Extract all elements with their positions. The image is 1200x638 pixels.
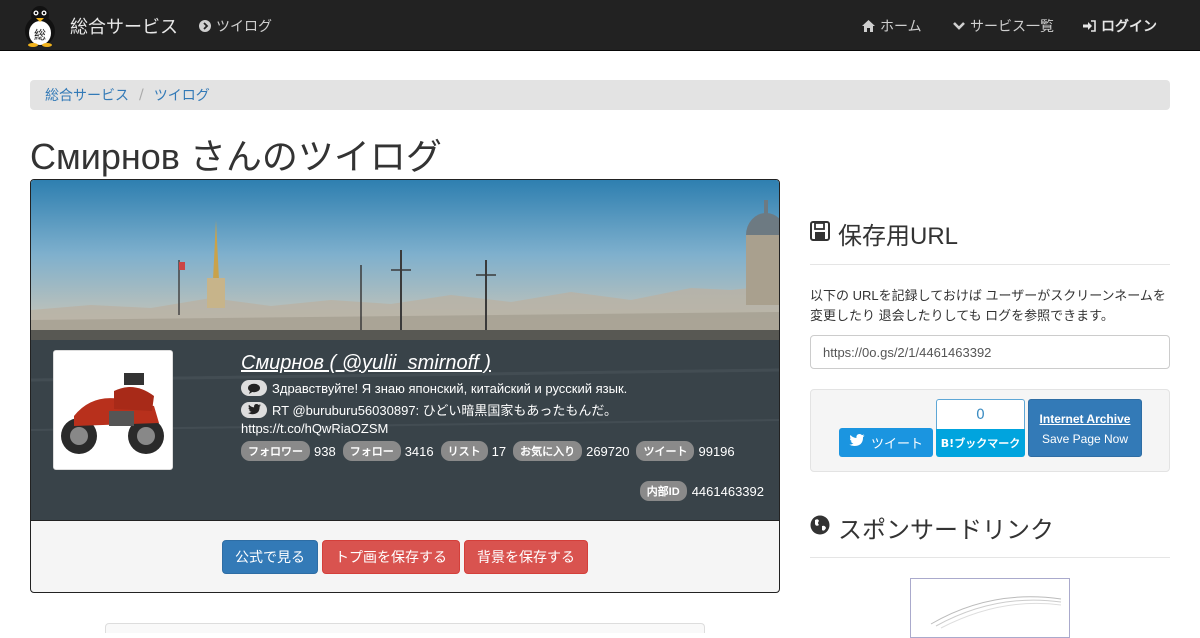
stat-lists-label: リスト <box>440 441 488 461</box>
comment-icon <box>241 380 267 396</box>
internal-id-value: 4461463392 <box>691 483 764 499</box>
next-panel <box>105 623 705 633</box>
profile-actions: 公式で見る トプ画を保存する 背景を保存する <box>31 520 779 592</box>
stat-following-label: フォロー <box>342 441 401 461</box>
profile-url: https://t.co/hQwRiaOZSM <box>241 421 388 436</box>
save-background-button[interactable]: 背景を保存する <box>464 539 588 574</box>
floppy-disk-icon <box>810 220 830 248</box>
hatena-bookmark-button[interactable]: B!ブックマーク <box>936 429 1025 457</box>
navbar: 総 総合サービス ツイログ ホーム サービス一覧 ログイン <box>0 0 1200 51</box>
save-url-heading: 保存用URL <box>810 216 958 251</box>
stat-lists-value: 17 <box>491 443 507 459</box>
stat-following-value: 3416 <box>404 443 434 459</box>
stat-tweets-label: ツイート <box>636 441 695 461</box>
nav-home-link[interactable]: ホーム <box>862 16 922 36</box>
nav-twilog-link[interactable]: ツイログ <box>198 16 272 36</box>
stat-favorites-label: お気に入り <box>513 441 583 461</box>
profile-bio-text: Здравствуйте! Я знаю японский, китайский… <box>272 380 628 396</box>
divider <box>810 557 1170 558</box>
breadcrumb-current-link[interactable]: ツイログ <box>154 85 210 105</box>
nav-twilog-label: ツイログ <box>216 19 272 35</box>
divider <box>810 264 1170 265</box>
stat-tweets-value: 99196 <box>698 443 735 459</box>
nav-login-label: ログイン <box>1101 19 1157 35</box>
save-avatar-button[interactable]: トプ画を保存する <box>322 539 460 574</box>
stat-followers-label: フォロワー <box>241 441 310 461</box>
archive-title: Internet Archive <box>1039 412 1131 426</box>
profile-avatar[interactable] <box>53 350 173 470</box>
chevron-circle-right-icon <box>198 20 211 33</box>
brand-link[interactable]: 総合サービス <box>70 13 178 39</box>
sponsor-ad[interactable] <box>910 578 1070 638</box>
page-title: Смирнов さんのツイログ <box>30 136 442 177</box>
internet-archive-button[interactable]: Internet Archive Save Page Now <box>1028 399 1142 457</box>
profile-last-tweet-text: RT @buruburu56030897: ひどい暗黒国家もあったもんだ。 <box>272 403 617 418</box>
profile-last-tweet: RT @buruburu56030897: ひどい暗黒国家もあったもんだ。 <box>241 400 617 419</box>
archive-action: Save Page Now <box>1041 432 1129 446</box>
breadcrumb-home-link[interactable]: 総合サービス <box>45 85 129 105</box>
hatena-bookmark-widget[interactable]: 0 B!ブックマーク <box>936 399 1025 457</box>
save-url-heading-text: 保存用URL <box>838 223 959 250</box>
nav-services-label: サービス一覧 <box>970 19 1054 35</box>
hatena-count: 0 <box>936 399 1025 429</box>
chevron-down-icon <box>952 20 965 33</box>
sponsor-heading-text: スポンサードリンク <box>838 517 1054 544</box>
sign-in-icon <box>1083 20 1096 33</box>
profile-bio: Здравствуйте! Я знаю японский, китайский… <box>241 380 627 396</box>
globe-icon <box>810 514 830 542</box>
nav-login-link[interactable]: ログイン <box>1083 16 1157 36</box>
sponsor-heading: スポンサードリンク <box>810 510 1054 545</box>
save-url-description: 以下の URLを記録しておけば ユーザーがスクリーンネームを変更したり 退会した… <box>810 288 1166 323</box>
internal-id-label: 内部ID <box>639 481 687 501</box>
internal-id: 内部ID 4461463392 <box>639 481 764 501</box>
share-panel: ツイート 0 B!ブックマーク Internet Archive Save Pa… <box>810 389 1170 472</box>
profile-stats: フォロワー 938 フォロー 3416 リスト 17 お気に入り 269720 … <box>241 441 738 461</box>
profile-card: Смирнов ( @yulii_smirnoff ) Здравствуйте… <box>30 179 780 593</box>
profile-url-link[interactable]: https://t.co/hQwRiaOZSM <box>241 421 388 436</box>
breadcrumb-separator: / <box>139 87 144 103</box>
svg-text:総: 総 <box>34 28 46 42</box>
save-url-field[interactable] <box>810 335 1170 369</box>
tweet-share-label: ツイート <box>870 437 923 452</box>
twitter-icon <box>241 401 267 418</box>
nav-services-dropdown[interactable]: サービス一覧 <box>952 16 1054 36</box>
home-icon <box>862 20 875 33</box>
twitter-bird-icon <box>849 434 865 451</box>
penguin-logo[interactable]: 総 <box>20 3 60 47</box>
stat-followers-value: 938 <box>314 443 336 459</box>
breadcrumb: 総合サービス / ツイログ <box>30 80 1170 110</box>
tweet-share-button[interactable]: ツイート <box>839 428 933 457</box>
stat-favorites-value: 269720 <box>586 443 630 459</box>
view-official-button[interactable]: 公式で見る <box>222 539 318 574</box>
nav-home-label: ホーム <box>880 19 922 35</box>
profile-name-link[interactable]: Смирнов ( @yulii_smirnoff ) <box>241 352 491 375</box>
